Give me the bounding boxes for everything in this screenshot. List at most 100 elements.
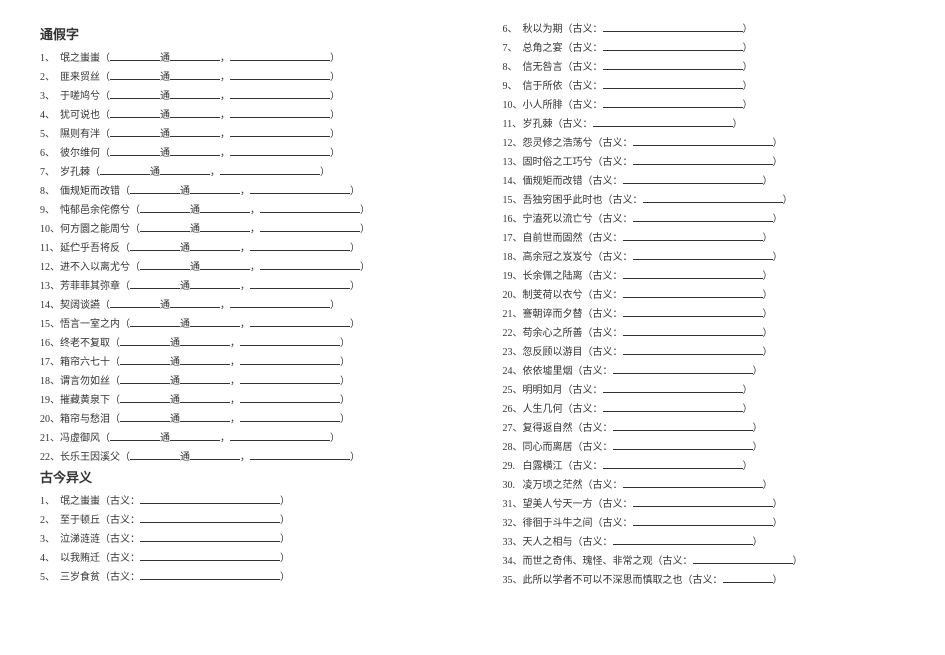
gujin-item: 31、望美人兮天一方（古义：） bbox=[503, 495, 906, 510]
blank bbox=[603, 401, 743, 412]
blank bbox=[623, 325, 763, 336]
tongjia-item: 22、长乐王因溪父（通，） bbox=[40, 448, 443, 463]
item-text: 明明如月 bbox=[523, 381, 563, 396]
blank bbox=[130, 240, 180, 251]
item-num: 6、 bbox=[503, 20, 523, 35]
item-num: 9、 bbox=[503, 77, 523, 92]
blank bbox=[140, 202, 190, 213]
item-num: 12、 bbox=[503, 134, 523, 149]
gujin-item: 7、总角之宴（古义：） bbox=[503, 39, 906, 54]
blank bbox=[180, 373, 230, 384]
gujin-item: 34、而世之奇伟、瑰怪、非常之观（古义：） bbox=[503, 552, 906, 567]
gujin-item: 4、以我贿迁（古义：） bbox=[40, 549, 443, 564]
item-text: 芳菲菲其弥章 bbox=[60, 277, 120, 292]
blank bbox=[170, 50, 220, 61]
guyi-label: 古义： bbox=[110, 492, 140, 507]
item-text: 同心而离居 bbox=[523, 438, 573, 453]
gujin-item: 10、小人所腓（古义：） bbox=[503, 96, 906, 111]
gujin-item: 29.白露横江（古义：） bbox=[503, 457, 906, 472]
tongjia-item: 21、冯虚御风（通，） bbox=[40, 429, 443, 444]
item-num: 19、 bbox=[503, 267, 523, 282]
blank bbox=[240, 373, 340, 384]
item-num: 20、 bbox=[503, 286, 523, 301]
blank bbox=[613, 420, 753, 431]
blank bbox=[593, 116, 733, 127]
item-num: 1、 bbox=[40, 49, 60, 64]
blank bbox=[603, 40, 743, 51]
item-num: 10、 bbox=[503, 96, 523, 111]
blank bbox=[170, 145, 220, 156]
blank bbox=[230, 88, 330, 99]
tongjia-item: 13、芳菲菲其弥章（通，） bbox=[40, 277, 443, 292]
gujin-item: 33、天人之相与（古义：） bbox=[503, 533, 906, 548]
item-text: 至于顿丘 bbox=[60, 511, 100, 526]
item-text: 岁孔棘 bbox=[60, 163, 90, 178]
blank bbox=[230, 297, 330, 308]
item-num: 12、 bbox=[40, 258, 60, 273]
item-text: 偭规矩而改错 bbox=[523, 172, 583, 187]
blank bbox=[250, 183, 350, 194]
blank bbox=[110, 145, 160, 156]
item-num: 6、 bbox=[40, 144, 60, 159]
tongjia-item: 1、氓之蚩蚩（通，） bbox=[40, 49, 443, 64]
blank bbox=[230, 430, 330, 441]
item-num: 14、 bbox=[503, 172, 523, 187]
item-num: 22、 bbox=[40, 448, 60, 463]
blank bbox=[220, 164, 320, 175]
item-num: 14、 bbox=[40, 296, 60, 311]
gujin-item: 22、苟余心之所善（古义：） bbox=[503, 324, 906, 339]
item-text: 怨灵修之浩荡兮 bbox=[523, 134, 593, 149]
item-text: 总角之宴 bbox=[523, 39, 563, 54]
section-title-tongjia: 通假字 bbox=[40, 24, 443, 43]
gujin-item: 32、徘徊于斗牛之间（古义：） bbox=[503, 514, 906, 529]
tongjia-item: 17、箱帘六七十（通，） bbox=[40, 353, 443, 368]
tongjia-item: 7、 岁孔棘（通，） bbox=[40, 163, 443, 178]
item-text: 何方圜之能周兮 bbox=[60, 220, 130, 235]
item-text: 终老不复取 bbox=[60, 334, 110, 349]
item-num: 10、 bbox=[40, 220, 60, 235]
gujin-item: 6、秋以为期（古义：） bbox=[503, 20, 906, 35]
blank bbox=[230, 145, 330, 156]
gujin-item: 11、 岁孔棘（古义：） bbox=[503, 115, 906, 130]
item-num: 22、 bbox=[503, 324, 523, 339]
item-text: 于嗟鸠兮 bbox=[60, 87, 100, 102]
blank bbox=[180, 392, 230, 403]
blank bbox=[693, 553, 793, 564]
blank bbox=[170, 69, 220, 80]
item-text: 此所以学者不可以不深思而慎取之也 bbox=[523, 571, 683, 586]
tongjia-item: 11、延伫乎吾将反（通，） bbox=[40, 239, 443, 254]
blank bbox=[110, 297, 160, 308]
item-text: 自前世而固然 bbox=[523, 229, 583, 244]
gujin-item: 17、自前世而固然（古义：） bbox=[503, 229, 906, 244]
item-text: 信无咎言 bbox=[523, 58, 563, 73]
gujin-item: 26、人生几何（古义：） bbox=[503, 400, 906, 415]
tongjia-item: 10、何方圜之能周兮（通，） bbox=[40, 220, 443, 235]
blank bbox=[110, 430, 160, 441]
blank bbox=[120, 354, 170, 365]
item-num: 3、 bbox=[40, 87, 60, 102]
blank bbox=[110, 107, 160, 118]
tongjia-item: 8、偭规矩而改错（通，） bbox=[40, 182, 443, 197]
item-text: 宁溘死以流亡兮 bbox=[523, 210, 593, 225]
blank bbox=[260, 221, 360, 232]
guyi-label: 古义： bbox=[573, 20, 603, 35]
item-num: 32、 bbox=[503, 514, 523, 529]
item-text: 长余佩之陆离 bbox=[523, 267, 583, 282]
comma: ， bbox=[220, 49, 230, 64]
item-num: 2、 bbox=[40, 511, 60, 526]
item-text: 謇朝谇而夕替 bbox=[523, 305, 583, 320]
blank bbox=[623, 344, 763, 355]
gujin-item: 8、信无咎言（古义：） bbox=[503, 58, 906, 73]
blank bbox=[240, 392, 340, 403]
blank bbox=[603, 78, 743, 89]
item-text: 高余冠之岌岌兮 bbox=[523, 248, 593, 263]
item-text: 谓言勿如丝 bbox=[60, 372, 110, 387]
blank bbox=[110, 88, 160, 99]
item-text: 秋以为期 bbox=[523, 20, 563, 35]
paren-close: ） bbox=[330, 49, 340, 64]
item-num: 9、 bbox=[40, 201, 60, 216]
item-text: 氓之蚩蚩 bbox=[60, 49, 100, 64]
item-num: 18、 bbox=[503, 248, 523, 263]
item-text: 箱帘与愁泪 bbox=[60, 410, 110, 425]
tongjia-item: 14、契阔谈讌（通，） bbox=[40, 296, 443, 311]
